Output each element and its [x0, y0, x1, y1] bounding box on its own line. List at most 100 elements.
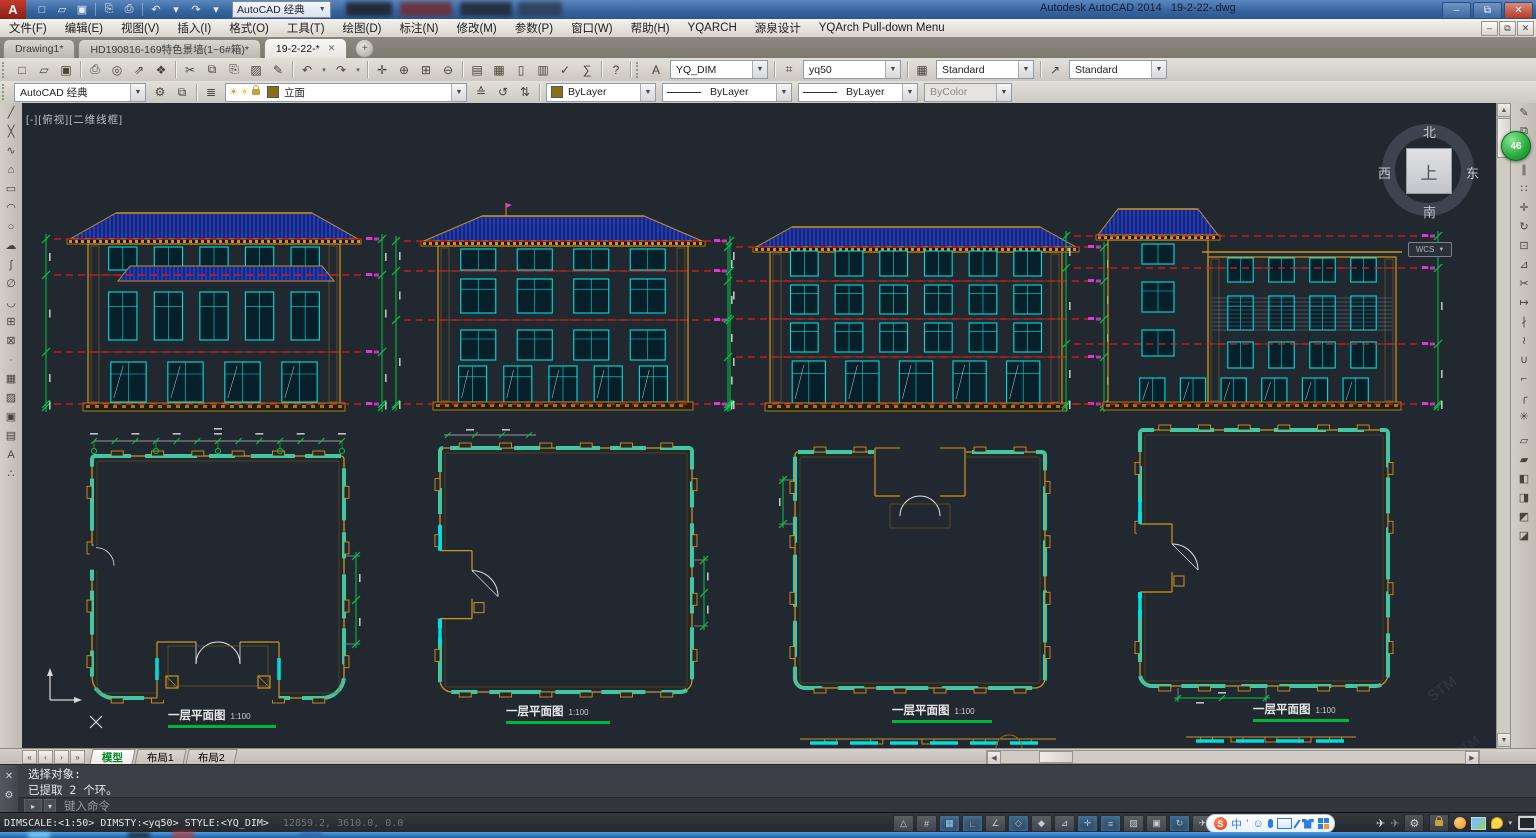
insert-block-icon[interactable]: ⊞ [1, 312, 21, 331]
layout-nav-2[interactable]: › [54, 750, 69, 764]
toolbar-grip[interactable] [2, 62, 9, 78]
undo-dropdown-icon[interactable]: ▾ [167, 2, 185, 18]
ellipse-icon[interactable]: ∅ [1, 274, 21, 293]
selection-cycling-toggle[interactable]: ↻ [1169, 815, 1190, 832]
viewcube[interactable]: 北 南 西 东 上 [1382, 124, 1474, 216]
properties-icon[interactable]: ▤ [466, 59, 488, 80]
designcenter-icon[interactable]: ▦ [488, 59, 510, 80]
viewcube-south[interactable]: 南 [1423, 202, 1436, 221]
text-style-icon[interactable]: A [645, 59, 667, 80]
trim-icon[interactable]: ✂ [1514, 274, 1534, 293]
bring-above-objects-icon[interactable]: ◧ [1514, 469, 1534, 488]
soft-keyboard-icon[interactable] [1277, 818, 1292, 829]
interface-lock-button[interactable] [1429, 814, 1449, 832]
plot-preview-icon[interactable]: ◎ [106, 59, 128, 80]
doc-close-button[interactable]: ✕ [1517, 21, 1534, 36]
object-snap-toggle[interactable]: ◇ [1008, 815, 1029, 832]
dimension-style-icon[interactable]: ⌗ [778, 59, 800, 80]
save-as-icon[interactable]: ⎘ [100, 2, 118, 18]
horizontal-scrollbar[interactable]: ◀ ▶ [986, 750, 1480, 764]
create-block-icon[interactable]: ⊠ [1, 331, 21, 350]
lineweight-combo[interactable]: ByLayer▼ [798, 83, 918, 102]
viewcube-west[interactable]: 西 [1378, 163, 1391, 182]
application-menu-button[interactable]: A [0, 0, 26, 19]
text-to-front-icon[interactable]: ◩ [1514, 507, 1534, 526]
redo-dropdown-icon[interactable]: ▾ [207, 2, 225, 18]
extend-icon[interactable]: ↦ [1514, 293, 1534, 312]
menu-item-6[interactable]: 绘图(D) [334, 19, 391, 37]
close-icon[interactable]: ✕ [1, 768, 17, 784]
zoom-window-icon[interactable]: ⊞ [415, 59, 437, 80]
menu-item-12[interactable]: YQARCH [679, 19, 746, 37]
send-under-objects-icon[interactable]: ◨ [1514, 488, 1534, 507]
multiline-text-icon[interactable]: A [1, 445, 21, 464]
polygon-icon[interactable]: ⌂ [1, 160, 21, 179]
array-icon[interactable]: ∷ [1514, 179, 1534, 198]
sheet-set-manager-icon[interactable]: ▥ [532, 59, 554, 80]
block-editor-icon[interactable]: ✎ [267, 59, 289, 80]
3d-object-snap-toggle[interactable]: ◆ [1031, 815, 1052, 832]
lineweight-display-toggle[interactable]: ≡ [1100, 815, 1121, 832]
layout-tab-布局2[interactable]: 布局2 [185, 749, 237, 765]
plot-icon[interactable]: ⎙ [84, 59, 106, 80]
file-tab-0[interactable]: Drawing1* [3, 39, 75, 58]
sogou-logo-icon[interactable]: S [1214, 817, 1227, 830]
plot-style-combo[interactable]: ByColor▼ [924, 83, 1012, 102]
model-space-canvas[interactable]: STMSTM [22, 103, 1496, 748]
send-to-back-icon[interactable]: ▰ [1514, 450, 1534, 469]
handwriting-icon[interactable] [1293, 819, 1300, 828]
paste-clip-icon[interactable]: ⎘ [223, 59, 245, 80]
join-icon[interactable]: ∪ [1514, 350, 1534, 369]
break-icon[interactable]: ≀ [1514, 331, 1534, 350]
chevron-down-icon[interactable]: ▼ [996, 84, 1011, 101]
file-tab-2[interactable]: 19-2-22-*✕ [264, 38, 347, 58]
open-icon[interactable]: ▱ [33, 59, 55, 80]
scroll-left-button[interactable]: ◀ [987, 751, 1001, 765]
close-icon[interactable]: ✕ [328, 43, 336, 54]
layout-nav-1[interactable]: ‹ [38, 750, 53, 764]
menu-item-8[interactable]: 修改(M) [447, 19, 505, 37]
offset-icon[interactable]: ∥ [1514, 160, 1534, 179]
stretch-icon[interactable]: ⊿ [1514, 255, 1534, 274]
menu-item-1[interactable]: 编辑(E) [56, 19, 112, 37]
table-style-combo[interactable]: Standard▼ [936, 60, 1034, 79]
hatch-to-back-icon[interactable]: ◪ [1514, 526, 1534, 545]
dynamic-ucs-toggle[interactable]: ⊿ [1054, 815, 1075, 832]
infer-constraints-toggle[interactable]: △ [893, 815, 914, 832]
snap-mode-toggle[interactable]: # [916, 815, 937, 832]
table-style-icon[interactable]: ▦ [911, 59, 933, 80]
wcs-menu[interactable]: WCS▼ [1408, 242, 1452, 257]
minimize-button[interactable]: – [1442, 2, 1471, 19]
workspace-settings-icon[interactable]: ⧉ [171, 82, 193, 103]
arc-icon[interactable]: ◠ [1, 198, 21, 217]
construction-line-icon[interactable]: ╳ [1, 122, 21, 141]
menu-item-0[interactable]: 文件(F) [0, 19, 56, 37]
pan-icon[interactable]: ✛ [371, 59, 393, 80]
chevron-down-icon[interactable]: ▼ [1018, 61, 1033, 78]
viewport-controls-label[interactable]: [-][俯视][二维线框] [26, 112, 123, 127]
zoom-realtime-icon[interactable]: ⊕ [393, 59, 415, 80]
publish-icon[interactable]: ⇗ [128, 59, 150, 80]
save-icon[interactable]: ▣ [55, 59, 77, 80]
tool-palettes-icon[interactable]: ▯ [510, 59, 532, 80]
redo-icon[interactable]: ↷ [187, 2, 205, 18]
text-style-combo[interactable]: YQ_DIM▼ [670, 60, 768, 79]
layout-nav-3[interactable]: » [70, 750, 85, 764]
revision-cloud-icon[interactable]: ☁ [1, 236, 21, 255]
chamfer-icon[interactable]: ⌐ [1514, 369, 1534, 388]
layout-nav-0[interactable]: « [22, 750, 37, 764]
chevron-down-icon[interactable]: ▼ [902, 84, 917, 101]
ime-emoji-icon[interactable]: ☺ [1252, 818, 1263, 830]
circle-icon[interactable]: ○ [1, 217, 21, 236]
undo-dropdown-icon[interactable]: ▾ [318, 59, 330, 80]
menu-item-13[interactable]: 源泉设计 [746, 19, 810, 37]
color-combo[interactable]: ByLayer▼ [546, 83, 656, 102]
help-icon[interactable]: ? [605, 59, 627, 80]
line-icon[interactable]: ╱ [1, 103, 21, 122]
microphone-icon[interactable] [1268, 819, 1273, 828]
layer-properties-icon[interactable]: ≣ [200, 82, 222, 103]
hatch-icon[interactable]: ▦ [1, 369, 21, 388]
layout-tab-模型[interactable]: 模型 [89, 749, 135, 765]
multileader-style-combo[interactable]: Standard▼ [1069, 60, 1167, 79]
chevron-down-icon[interactable]: ▼ [451, 84, 466, 101]
